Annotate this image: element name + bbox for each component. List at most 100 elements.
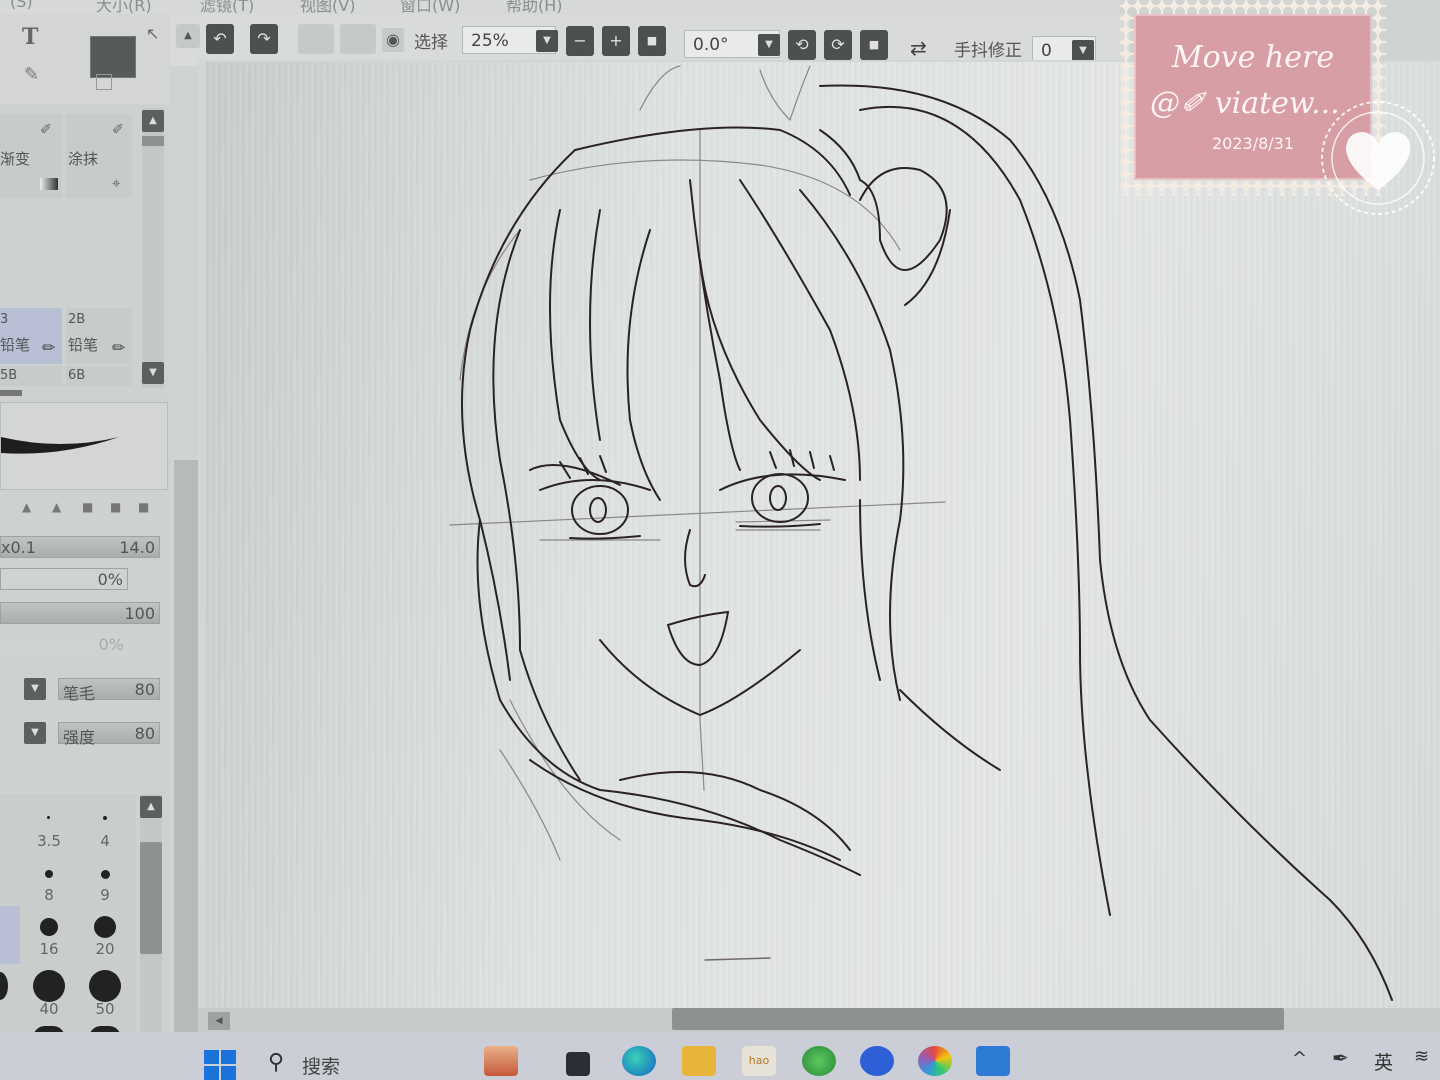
min-size-slider[interactable]: 0% [0,568,128,590]
pencil-icon-2: ✏ [112,338,126,357]
brush-panel: ✐ ✐ 渐变 涂抹 ⌖ 3 铅笔 ✏ 2B 铅笔 ✏ 5B 6B ▲ ▼ ▲ ▲… [0,104,170,1038]
size-dot[interactable] [0,972,8,1000]
menu-item-s[interactable]: (S) [10,0,33,11]
drawing-canvas[interactable] [206,62,1440,1008]
deselect-button[interactable] [298,24,334,54]
brush-5b-label: 5B [0,368,18,383]
edge-browser-icon[interactable] [622,1046,656,1076]
zoom-out-button[interactable]: − [566,26,594,56]
wifi-icon[interactable]: ≋ [1414,1046,1429,1067]
strength-slider[interactable]: 强度 80 [58,722,160,747]
zoom-reset-button[interactable]: ■ [638,26,666,56]
size-dot[interactable] [33,970,65,1002]
size-multiplier[interactable]: x0.1 [1,538,36,557]
mail-icon[interactable] [976,1046,1010,1076]
bristle-slider[interactable]: 笔毛 80 [58,678,160,703]
rotate-right-button[interactable]: ⟳ [824,30,852,60]
task-view-icon[interactable] [566,1052,590,1076]
shape-square-icon-2[interactable]: ■ [110,500,121,514]
size-label: 3.5 [37,832,61,850]
start-button[interactable] [204,1050,236,1080]
toolbar: ▲ ↶ ↷ ◉ 选择 25% ▼ − + ■ 0.0° ▼ ⟲ ⟳ ■ ⇄ 手抖… [170,14,1130,66]
eye-icon[interactable]: ◉ [382,28,404,52]
brush-scroll-down-icon[interactable]: ▼ [142,362,164,384]
size-dot[interactable] [101,870,110,879]
bridge-wallpaper-icon[interactable] [484,1046,518,1076]
min-density-value: 0% [98,635,124,654]
shape-triangle-icon[interactable]: ▲ [22,500,31,514]
size-selected-highlight [0,906,20,964]
size-dot[interactable] [47,816,50,819]
pencil-2b-size: 2B [68,312,86,327]
splitter-handle[interactable] [0,390,22,396]
size-scroll-up-icon[interactable]: ▲ [140,796,162,818]
rotation-reset-button[interactable]: ■ [860,30,888,60]
horizontal-scroll-thumb[interactable] [672,1008,1284,1030]
brush-texture-dropdown-icon[interactable]: ▼ [24,678,46,700]
stabilizer-label: 手抖修正 [954,41,1022,61]
brush-list-scrollbar[interactable] [142,108,164,388]
shape-triangle-icon-2[interactable]: ▲ [52,500,61,514]
zoom-in-button[interactable]: + [602,26,630,56]
ie-browser-icon[interactable] [802,1046,836,1076]
taskbar-search[interactable]: 搜索 [302,1052,340,1079]
size-value: 14.0 [119,538,155,557]
rotation-dropdown-icon[interactable]: ▼ [758,34,780,56]
pen-icon[interactable]: ✒ [1332,1046,1349,1070]
size-label: 9 [100,886,110,904]
zoom-dropdown-icon[interactable]: ▼ [536,30,558,52]
size-slider[interactable]: x0.1 14.0 [0,536,160,558]
panel-splitter[interactable] [174,460,198,1032]
tray-overflow-icon[interactable]: ^ [1292,1048,1307,1069]
transparent-color-icon[interactable] [96,74,112,90]
paint-tool-icon[interactable] [918,1046,952,1076]
swap-colors-icon[interactable]: ↖ [146,24,159,43]
stamp-heart-seal [1321,101,1435,215]
gradient-icon [40,178,58,190]
flip-horizontal-icon[interactable]: ⇄ [910,36,927,60]
brush-scroll-up-icon[interactable]: ▲ [142,110,164,132]
rotate-left-button[interactable]: ⟲ [788,30,816,60]
size-scroll-thumb[interactable] [140,842,162,954]
stroke-preview [0,402,168,490]
brush-6b-label: 6B [68,368,86,383]
gradient-label: 渐变 [0,150,31,168]
scroll-left-icon[interactable]: ◀ [208,1012,230,1030]
shape-square-icon[interactable]: ■ [82,500,93,514]
tool-column: T ✎ ↖ [0,14,170,104]
foreground-color-swatch[interactable] [90,36,136,78]
brush-shape-row: ▲ ▲ ■ ■ ■ [0,498,160,522]
text-tool-button[interactable]: T [22,24,38,50]
bristle-value: 80 [134,680,155,699]
file-explorer-icon[interactable] [682,1046,716,1076]
eyedropper-icon[interactable]: ✎ [24,64,39,85]
strength-value: 80 [134,724,155,743]
min-density-slider[interactable]: 0% [0,634,128,656]
density-slider[interactable]: 100 [0,602,160,624]
smudge-label: 涂抹 [68,150,99,168]
size-label: 50 [95,1000,115,1018]
pencil-3-label: 铅笔 [0,336,31,354]
stabilizer-dropdown-icon[interactable]: ▼ [1072,40,1094,62]
size-dot[interactable] [89,970,121,1002]
collapse-up-icon[interactable]: ▲ [176,24,200,48]
menubar: (S) 大小(R) 滤镜(T) 视图(V) 窗口(W) 帮助(H) [0,0,1120,15]
texture-dropdown-icon[interactable]: ▼ [24,722,46,744]
size-dot[interactable] [40,918,58,936]
baidu-icon[interactable] [860,1046,894,1076]
brush-scroll-thumb[interactable] [142,136,164,146]
redo-button[interactable]: ↷ [250,24,278,54]
ime-indicator[interactable]: 英 [1374,1048,1393,1075]
size-dot[interactable] [103,816,107,820]
invert-selection-button[interactable] [340,24,376,54]
size-dot[interactable] [94,916,116,938]
size-label: 8 [44,886,54,904]
shape-square-icon-3[interactable]: ■ [138,500,149,514]
brush-size-palette: 3.5 4 8 9 16 20 40 50 [0,794,136,1038]
undo-button[interactable]: ↶ [206,24,234,54]
hao123-icon[interactable]: hao [742,1046,776,1076]
size-dot[interactable] [45,870,53,878]
search-icon[interactable]: ⚲ [268,1050,284,1075]
brush-edit-icon: ✐ [40,122,52,138]
size-label: 40 [39,1000,59,1018]
